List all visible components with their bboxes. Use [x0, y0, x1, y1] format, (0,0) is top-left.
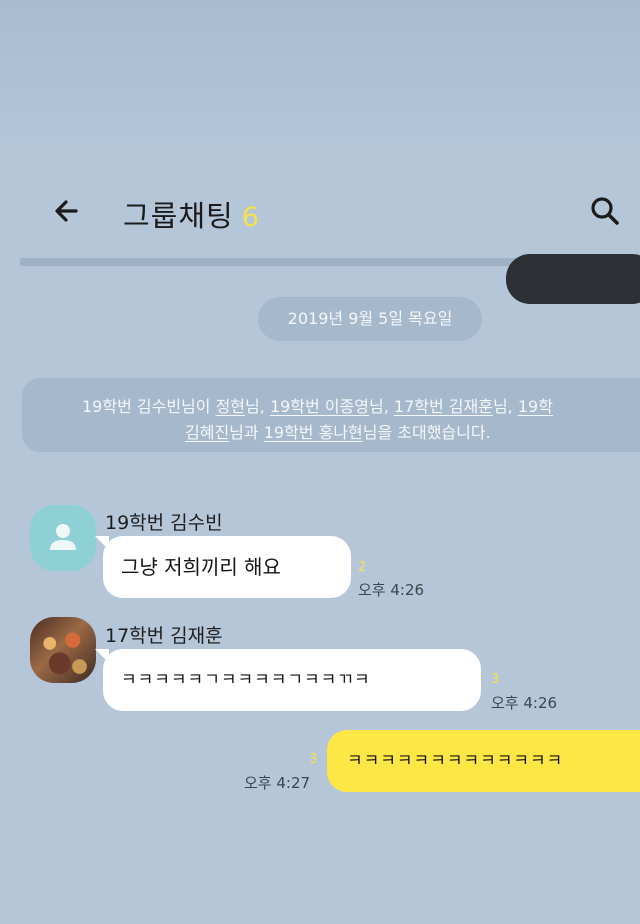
search-icon: [591, 197, 619, 225]
separator-text: 님,: [492, 397, 518, 416]
separator-text: 님,: [368, 397, 394, 416]
invite-suffix-text: 님을 초대했습니다.: [362, 423, 491, 442]
system-invite-message: 19학번 김수빈님이 정현님, 19학번 이종영님, 17학번 김재훈님, 19…: [22, 378, 640, 452]
invitee-link[interactable]: 정현: [216, 397, 245, 416]
separator-text: 님,: [245, 397, 270, 416]
redaction-mark: [506, 254, 640, 304]
inviter-text: 19학번 김수빈님이: [82, 397, 216, 416]
message-bubble[interactable]: ㅋㅋㅋㅋㅋㄱㅋㅋㅋㅋㄱㅋㅋㄲㅋ: [95, 649, 481, 711]
arrow-left-icon: [55, 200, 78, 222]
avatar[interactable]: [30, 617, 96, 683]
message-bubble[interactable]: 그냥 저희끼리 해요: [95, 536, 351, 598]
system-message-line-2: 김혜진님과 19학번 홍나현님을 초대했습니다.: [185, 419, 491, 443]
default-profile-icon: [50, 524, 76, 550]
chat-title-text: 그룹채팅: [123, 199, 234, 233]
sender-name: 19학번 김수빈: [105, 512, 223, 534]
date-separator: 2019년 9월 5일 목요일: [258, 297, 482, 341]
my-message-bubble[interactable]: ㅋㅋㅋㅋㅋㅋㅋㅋㅋㅋㅋㅋㅋ: [327, 730, 640, 792]
invitee-link[interactable]: 19학번 홍나현: [264, 423, 363, 442]
chat-header: 그룹채팅 6: [0, 175, 640, 250]
unread-count: 2: [358, 560, 367, 575]
system-message-line-1: 19학번 김수빈님이 정현님, 19학번 이종영님, 17학번 김재훈님, 19…: [82, 393, 553, 417]
invitee-link[interactable]: 19학번 이종영: [270, 397, 369, 416]
invitee-link[interactable]: 김혜진: [185, 423, 229, 442]
message-time: 오후 4:26: [358, 581, 425, 599]
member-count: 6: [241, 202, 260, 233]
avatar[interactable]: [30, 505, 96, 571]
message-time: 오후 4:27: [244, 774, 311, 792]
screen-top: [0, 0, 640, 140]
message-time: 오후 4:26: [491, 694, 558, 712]
invitee-link[interactable]: 17학번 김재훈: [394, 397, 493, 416]
search-button[interactable]: [585, 191, 625, 231]
unread-count: 3: [309, 752, 318, 767]
back-button[interactable]: [48, 191, 88, 231]
sender-name: 17학번 김재훈: [105, 625, 223, 647]
chat-title: 그룹채팅 6: [123, 193, 260, 235]
unread-count: 3: [491, 672, 500, 687]
invitee-link[interactable]: 19학: [518, 397, 553, 416]
separator-text: 님과: [229, 423, 264, 442]
